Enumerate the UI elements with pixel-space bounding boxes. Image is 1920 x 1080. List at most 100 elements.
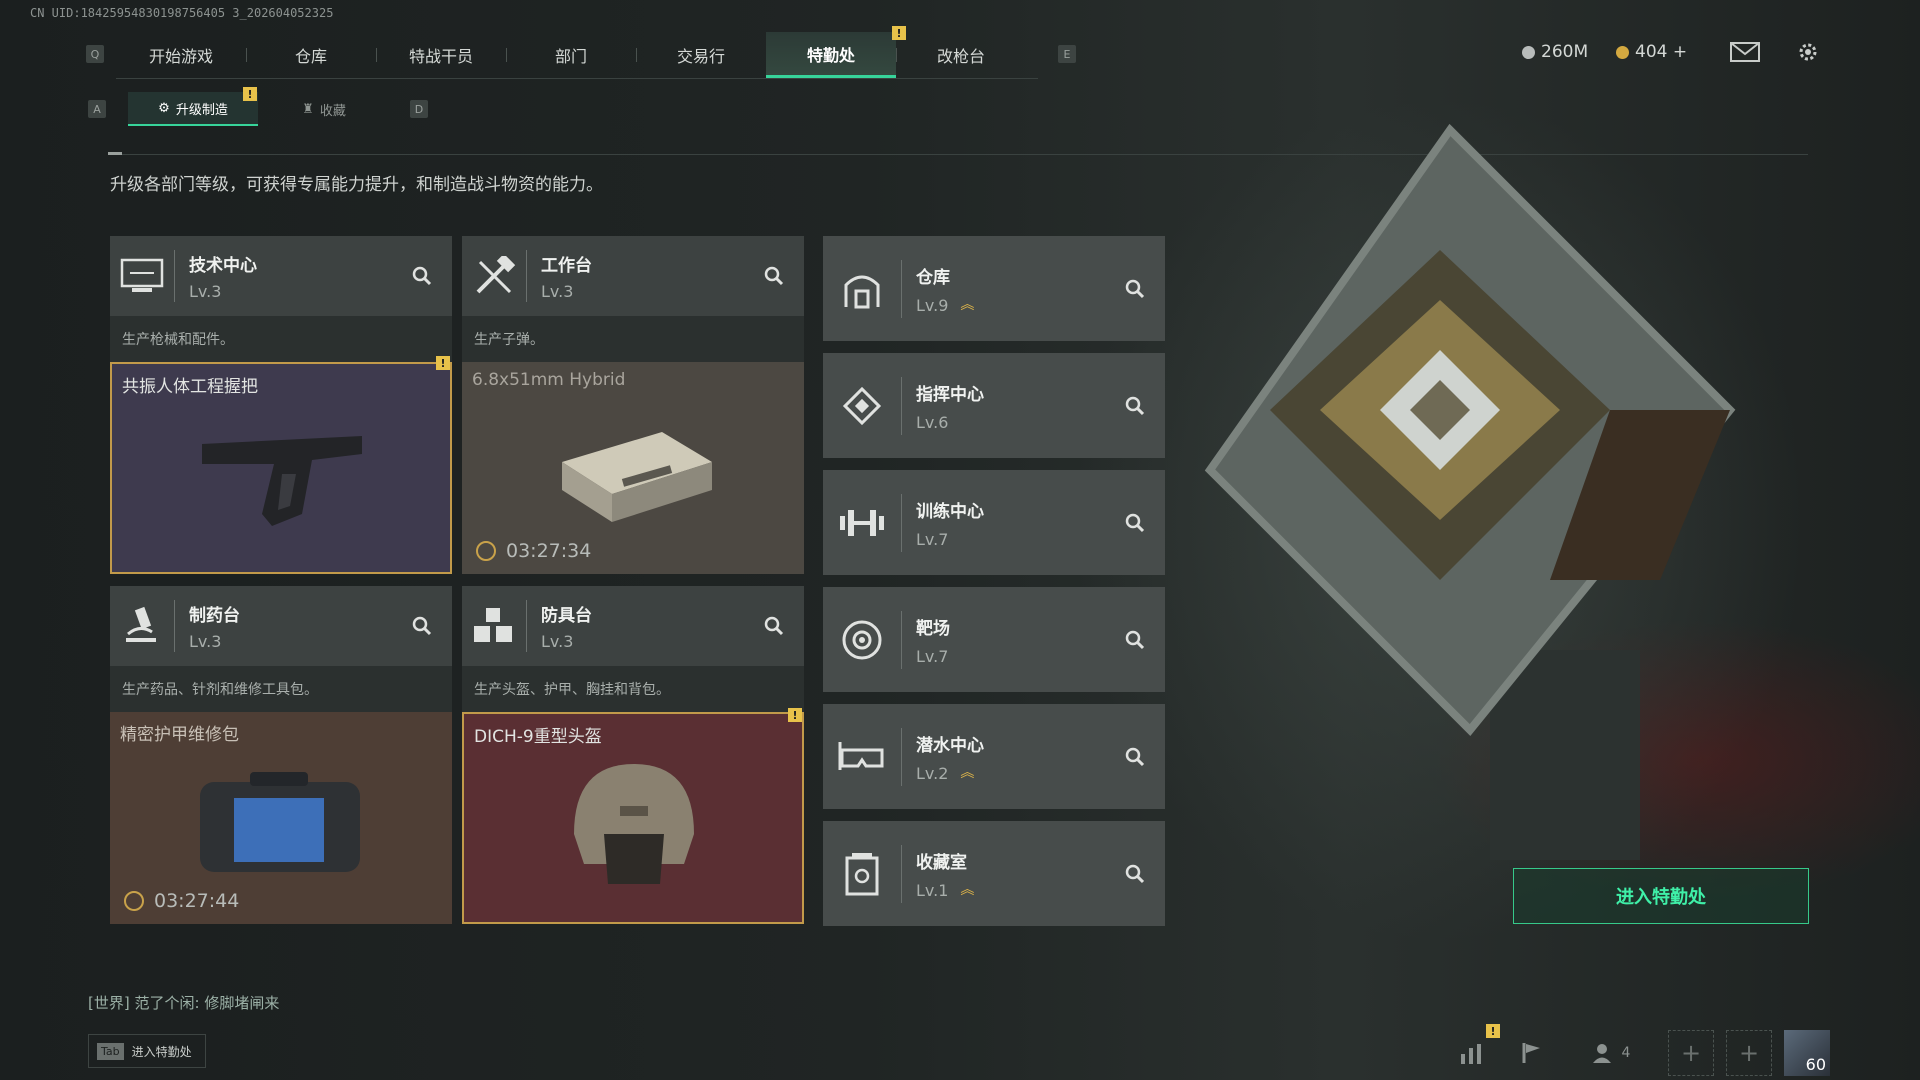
department-name: 潜水中心 — [916, 735, 984, 756]
craft-slot[interactable]: 共振人体工程握把 — [110, 362, 452, 574]
tab-operators[interactable]: 特战干员 — [376, 32, 506, 78]
tab-warehouse[interactable]: 仓库 — [246, 32, 376, 78]
nav-right-key[interactable]: E — [1058, 45, 1076, 63]
gold-coin-icon — [1616, 45, 1629, 59]
workshop-level: Lv.3 — [541, 632, 574, 651]
gold-amount: 404 + — [1635, 42, 1688, 62]
workshop-description: 生产药品、针剂和维修工具包。 — [110, 666, 452, 712]
nav-left-key[interactable]: Q — [86, 45, 104, 63]
workshop-card-tech-center[interactable]: 技术中心 Lv.3 生产枪械和配件。 共振人体工程握把 ! — [110, 236, 452, 574]
tab-department[interactable]: 部门 — [506, 32, 636, 78]
craft-slot[interactable]: 6.8x51mm Hybrid 03:27:34 — [462, 362, 804, 574]
search-icon[interactable] — [1121, 860, 1149, 888]
department-level: Lv.7 — [916, 646, 949, 666]
subtab-upgrade-craft[interactable]: ⚙ 升级制造 — [128, 92, 258, 126]
tab-market[interactable]: 交易行 — [636, 32, 766, 78]
workshop-card-workbench[interactable]: 工作台 Lv.3 生产子弹。 6.8x51mm Hybrid 03:27:34 — [462, 236, 804, 574]
search-icon[interactable] — [1121, 626, 1149, 654]
cubes-icon — [474, 608, 512, 642]
user-id: CN UID:18425954830198756405 3_2026040523… — [30, 6, 334, 20]
workshop-card-armor-bench[interactable]: 防具台 Lv.3 生产头盔、护甲、胸挂和背包。 DICH-9重型头盔 ! — [462, 586, 804, 924]
tab-special-ops[interactable]: 特勤处 — [766, 32, 896, 78]
flag-icon[interactable] — [1514, 1030, 1550, 1076]
special-ops-alert-badge: ! — [892, 26, 906, 40]
add-party-slot-2[interactable]: + — [1726, 1030, 1772, 1076]
mail-icon[interactable] — [1730, 42, 1760, 62]
search-icon[interactable] — [1121, 509, 1149, 537]
target-icon — [842, 620, 882, 659]
settings-gear-icon[interactable] — [1796, 40, 1820, 64]
workshop-card-pharmacy[interactable]: 制药台 Lv.3 生产药品、针剂和维修工具包。 精密护甲维修包 03:27:44 — [110, 586, 452, 924]
collection-icon: ♜ — [302, 101, 314, 117]
department-level: Lv.9 — [916, 295, 949, 315]
department-item-training-center[interactable]: 训练中心 Lv.7 — [823, 470, 1165, 575]
tab-hint-label: 进入特勤处 — [131, 1044, 192, 1059]
search-icon[interactable] — [1121, 275, 1149, 303]
subtab-upgrade-craft-label: 升级制造 — [175, 102, 228, 118]
friends-icon — [1592, 1044, 1611, 1063]
department-item-collection-room[interactable]: 收藏室 Lv.1 ︽ — [823, 821, 1165, 926]
craft-slot[interactable]: 精密护甲维修包 03:27:44 — [110, 712, 452, 924]
enter-special-ops-button[interactable]: 进入特勤处 — [1513, 868, 1809, 924]
search-icon[interactable] — [1121, 743, 1149, 771]
tab-start-game[interactable]: 开始游戏 — [116, 32, 246, 78]
divider-accent — [108, 152, 122, 155]
tab-key: Tab — [97, 1042, 124, 1060]
workshop-name: 制药台 — [189, 606, 240, 626]
search-icon[interactable] — [408, 262, 436, 290]
department-item-warehouse[interactable]: 仓库 Lv.9 ︽ — [823, 236, 1165, 341]
ammo-box-item-image — [562, 432, 712, 522]
diving-mask-icon — [838, 741, 884, 770]
search-icon[interactable] — [760, 262, 788, 290]
subnav-right-key[interactable]: D — [410, 100, 428, 118]
search-icon[interactable] — [1121, 392, 1149, 420]
collection-room-icon — [845, 852, 879, 895]
workshop-name: 技术中心 — [189, 256, 257, 276]
player-level: 60 — [1805, 1055, 1826, 1074]
workshop-name: 工作台 — [541, 256, 592, 276]
hammer-wrench-icon — [476, 256, 516, 294]
craft-slot[interactable]: DICH-9重型头盔 — [462, 712, 804, 924]
stats-alert-badge: ! — [1486, 1024, 1500, 1038]
silver-amount: 260M — [1541, 42, 1589, 62]
craft-item-name: 6.8x51mm Hybrid — [472, 370, 626, 390]
workshop-level: Lv.3 — [189, 632, 222, 651]
gold-currency[interactable]: 404 + — [1616, 42, 1687, 62]
workshop-description: 生产枪械和配件。 — [110, 316, 452, 362]
department-level: Lv.6 — [916, 412, 949, 432]
subtab-collection[interactable]: ♜ 收藏 — [262, 92, 386, 126]
stats-chart-icon[interactable] — [1454, 1030, 1490, 1076]
craft-timer-value: 03:27:34 — [506, 540, 592, 562]
friends-button[interactable]: 4 — [1586, 1030, 1636, 1076]
department-item-command-center[interactable]: 指挥中心 Lv.6 — [823, 353, 1165, 458]
search-icon[interactable] — [760, 612, 788, 640]
craft-alert-badge: ! — [436, 356, 450, 370]
world-chat-message[interactable]: [世界] 范了个闲: 修脚堵闸来 — [88, 992, 279, 1013]
department-item-shooting-range[interactable]: 靶场 Lv.7 — [823, 587, 1165, 692]
department-item-diving-center[interactable]: 潜水中心 Lv.2 ︽ — [823, 704, 1165, 809]
workshop-card-header: 防具台 Lv.3 — [462, 586, 804, 666]
chat-text: 修脚堵闸来 — [204, 994, 280, 1012]
search-icon[interactable] — [408, 612, 436, 640]
page-description: 升级各部门等级，可获得专属能力提升，和制造战斗物资的能力。 — [110, 175, 603, 195]
silver-currency[interactable]: 260M — [1522, 42, 1588, 62]
subnav-left-key[interactable]: A — [88, 100, 106, 118]
tab-hint[interactable]: Tab 进入特勤处 — [88, 1034, 206, 1068]
dumbbell-icon — [840, 509, 884, 536]
workshop-level: Lv.3 — [189, 282, 222, 301]
chat-user: 范了个闲: — [134, 994, 200, 1012]
tab-gunsmith[interactable]: 改枪台 — [896, 32, 1026, 78]
friends-count: 4 — [1621, 1045, 1631, 1061]
craft-item-name: DICH-9重型头盔 — [474, 727, 602, 747]
department-level: Lv.2 — [916, 763, 949, 783]
add-party-slot-1[interactable]: + — [1668, 1030, 1714, 1076]
craft-timer: 03:27:34 — [476, 540, 591, 562]
workshop-name: 防具台 — [541, 606, 592, 626]
department-name: 仓库 — [916, 267, 950, 288]
player-avatar[interactable]: 60 — [1784, 1030, 1830, 1076]
silver-coin-icon — [1522, 45, 1535, 59]
craft-alert-badge: ! — [788, 708, 802, 722]
upgrade-available-icon: ︽ — [960, 297, 975, 313]
workshop-level: Lv.3 — [541, 282, 574, 301]
department-level: Lv.1 — [916, 880, 949, 900]
